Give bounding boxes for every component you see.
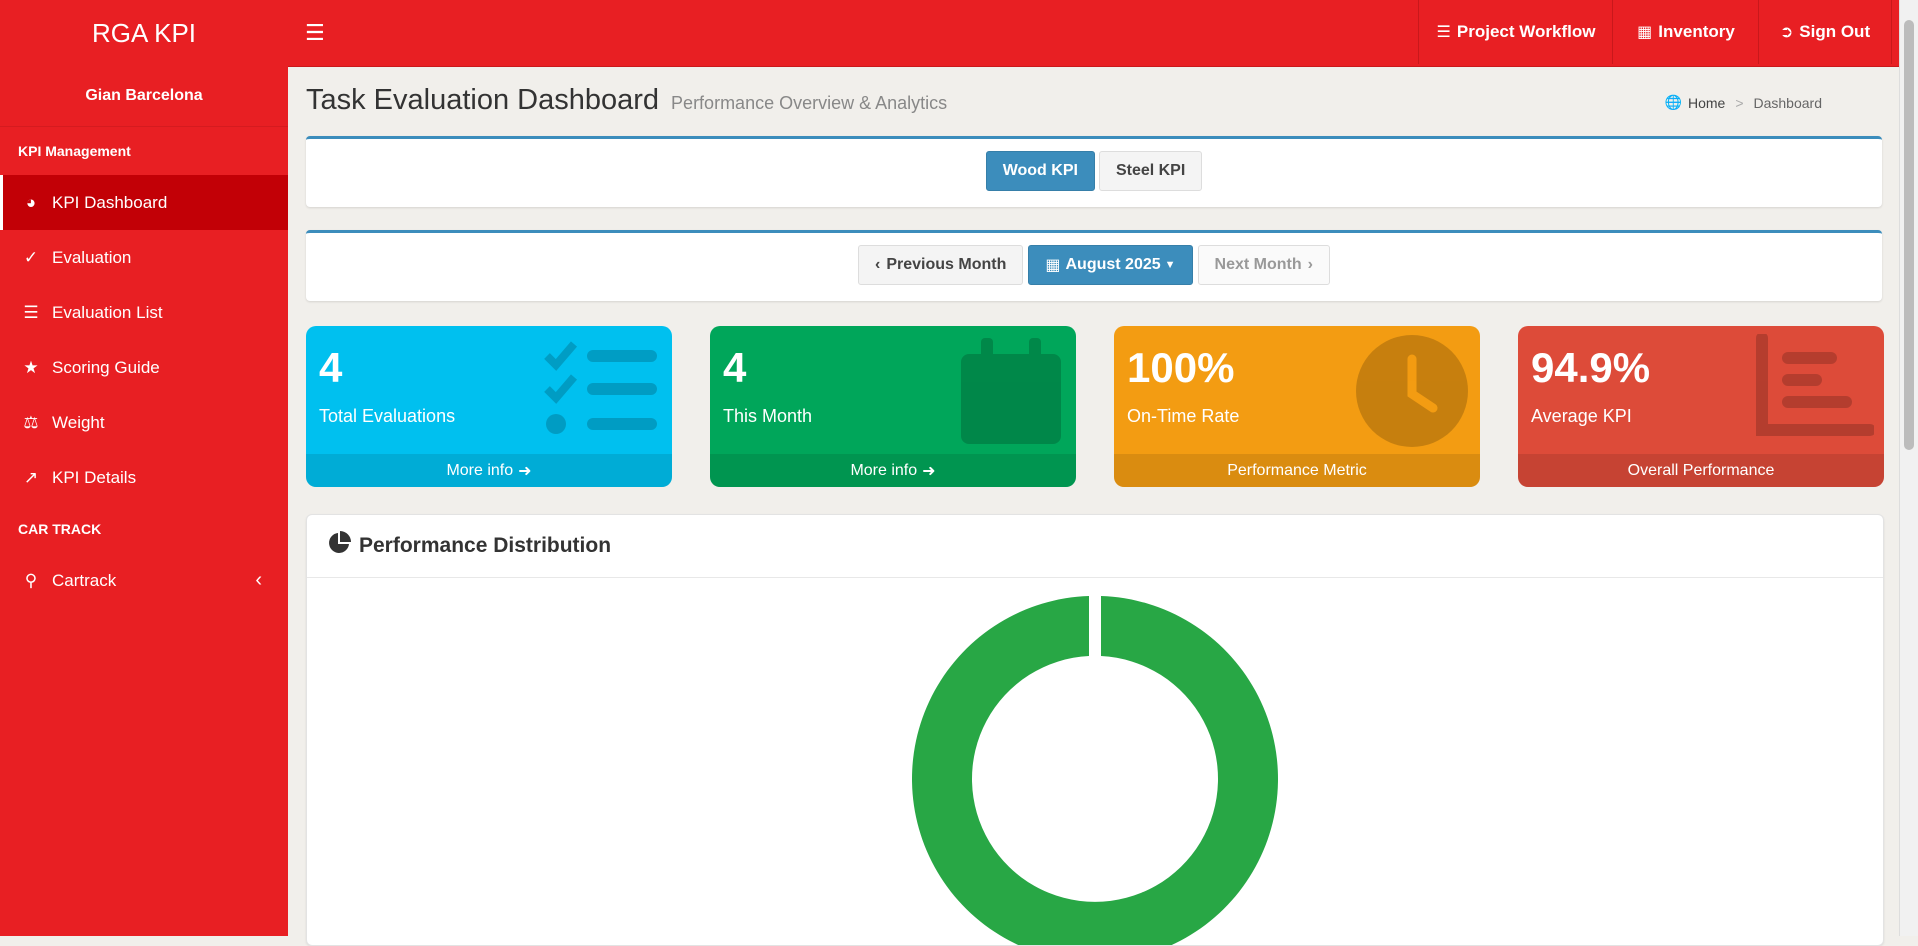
sidebar-item-evaluation-list[interactable]: ☰ Evaluation List — [0, 285, 288, 340]
sidebar-item-label: KPI Details — [52, 467, 137, 487]
footer-label: Performance Metric — [1227, 461, 1367, 479]
footer-label: Overall Performance — [1627, 461, 1775, 479]
next-month-button[interactable]: Next Month › — [1197, 245, 1330, 285]
stat-total-evaluations: 4 Total Evaluations More info ➜ — [306, 326, 672, 487]
line-chart-icon: ↗ — [23, 467, 39, 487]
inventory-button[interactable]: ▦ Inventory — [1612, 0, 1760, 64]
chevron-left-icon: ‹ — [875, 256, 881, 273]
stat-value: 100% — [1127, 344, 1235, 391]
sidebar-item-label: KPI Dashboard — [52, 192, 168, 212]
performance-distribution-header: Performance Distribution — [307, 515, 1883, 578]
page-title: Task Evaluation Dashboard — [306, 84, 660, 116]
project-workflow-label: Project Workflow — [1456, 22, 1596, 41]
list-icon: ☰ — [23, 302, 39, 322]
previous-month-label: Previous Month — [886, 256, 1007, 273]
map-pin-icon: ⚲ — [24, 570, 38, 590]
arrow-circle-right-icon: ➜ — [518, 462, 532, 480]
sidebar-item-weight[interactable]: ⚖ Weight — [0, 395, 288, 450]
brand-logo[interactable]: RGA KPI — [0, 0, 288, 66]
sidebar-item-label: Evaluation — [52, 247, 132, 267]
stat-value: 4 — [319, 344, 343, 391]
pie-chart-icon — [327, 531, 351, 561]
caret-down-icon: ▼ — [1164, 259, 1176, 271]
sign-out-label: Sign Out — [1799, 22, 1871, 41]
stat-label: This Month — [723, 406, 813, 426]
sidebar-item-kpi-details[interactable]: ↗ KPI Details — [0, 450, 288, 505]
scrollbar-thumb[interactable] — [1904, 20, 1914, 450]
current-month-label: August 2025 — [1065, 256, 1161, 273]
stat-value: 4 — [723, 344, 747, 391]
stat-label: Total Evaluations — [319, 406, 456, 426]
month-nav-panel: ‹ Previous Month ▦ August 2025 ▼ Next Mo… — [306, 230, 1882, 301]
footer-label: More info — [850, 461, 918, 479]
more-info-link[interactable]: More info ➜ — [710, 454, 1076, 487]
more-info-link[interactable]: More info ➜ — [306, 454, 672, 487]
project-workflow-button[interactable]: ☰ Project Workflow — [1418, 0, 1614, 64]
sign-out-button[interactable]: ➲ Sign Out — [1758, 0, 1892, 64]
breadcrumb-home[interactable]: Home — [1688, 95, 1725, 111]
stat-label: On-Time Rate — [1127, 406, 1240, 426]
calendar-icon: ▦ — [1045, 257, 1061, 274]
stat-on-time-rate: 100% On-Time Rate Performance Metric — [1114, 326, 1480, 487]
globe-icon: 🌐 — [1664, 94, 1682, 110]
star-icon: ★ — [23, 357, 39, 377]
performance-donut-chart[interactable] — [307, 577, 1883, 945]
arrow-circle-right-icon: ➜ — [922, 462, 936, 480]
performance-distribution-panel: Performance Distribution — [306, 514, 1884, 946]
sidebar-item-scoring-guide[interactable]: ★ Scoring Guide — [0, 340, 288, 395]
user-name: Gian Barcelona — [0, 66, 288, 127]
stat-this-month: 4 This Month More info ➜ — [710, 326, 1076, 487]
kpi-type-panel: Wood KPI Steel KPI — [306, 136, 1882, 207]
sidebar-item-label: Cartrack — [52, 570, 117, 590]
stat-value: 94.9% — [1531, 344, 1651, 391]
wood-kpi-button[interactable]: Wood KPI — [985, 151, 1095, 191]
calendar-icon — [961, 338, 1061, 444]
boxes-icon: ▦ — [1637, 24, 1653, 41]
sidebar-item-label: Scoring Guide — [52, 357, 160, 377]
overall-performance-footer: Overall Performance — [1518, 454, 1884, 487]
page-subtitle: Performance Overview & Analytics — [671, 93, 948, 113]
page-scrollbar[interactable] — [1899, 0, 1918, 936]
main-content: Task Evaluation Dashboard Performance Ov… — [288, 66, 1918, 946]
page-header: Task Evaluation Dashboard Performance Ov… — [306, 84, 947, 117]
dashboard-icon: ◕ — [25, 192, 37, 212]
inventory-label: Inventory — [1658, 22, 1735, 41]
clock-icon — [1356, 335, 1468, 447]
month-dropdown-button[interactable]: ▦ August 2025 ▼ — [1028, 245, 1193, 285]
steel-kpi-button[interactable]: Steel KPI — [1098, 151, 1203, 191]
sidebar: Gian Barcelona KPI Management ◕ KPI Dash… — [0, 66, 288, 936]
sign-out-icon: ➲ — [1779, 24, 1794, 41]
breadcrumb-separator: > — [1735, 94, 1744, 111]
sidebar-item-kpi-dashboard[interactable]: ◕ KPI Dashboard — [0, 175, 288, 230]
top-navbar: RGA KPI ☰ ☰ Project Workflow ▦ Inventory… — [0, 0, 1918, 67]
stat-average-kpi: 94.9% Average KPI Overall Performance — [1518, 326, 1884, 487]
performance-distribution-title: Performance Distribution — [359, 534, 612, 557]
sidebar-item-label: Evaluation List — [52, 302, 163, 322]
sidebar-item-cartrack[interactable]: ⚲ Cartrack ‹ — [0, 553, 288, 608]
chevron-right-icon: › — [1307, 256, 1313, 273]
stat-label: Average KPI — [1531, 406, 1632, 426]
sidebar-section-car-track: CAR TRACK — [18, 521, 102, 537]
chevron-left-icon[interactable]: ‹ — [255, 569, 262, 592]
tasks-icon — [544, 341, 657, 434]
bar-chart-icon — [1756, 334, 1874, 436]
task-list-icon: ☰ — [1436, 24, 1451, 41]
breadcrumb-current: Dashboard — [1753, 94, 1823, 111]
balance-icon: ⚖ — [23, 412, 39, 432]
check-icon: ✓ — [23, 247, 39, 267]
sidebar-item-evaluation[interactable]: ✓ Evaluation — [0, 230, 288, 285]
next-month-label: Next Month — [1214, 256, 1302, 273]
performance-metric-footer: Performance Metric — [1114, 454, 1480, 487]
breadcrumb: 🌐 Home > Dashboard — [1665, 94, 1822, 111]
footer-label: More info — [446, 461, 514, 479]
previous-month-button[interactable]: ‹ Previous Month — [858, 245, 1024, 285]
donut-segment-main[interactable] — [912, 596, 1278, 945]
sidebar-section-kpi: KPI Management — [18, 143, 131, 159]
sidebar-item-label: Weight — [52, 412, 105, 432]
hamburger-menu-icon[interactable]: ☰ — [305, 20, 325, 46]
